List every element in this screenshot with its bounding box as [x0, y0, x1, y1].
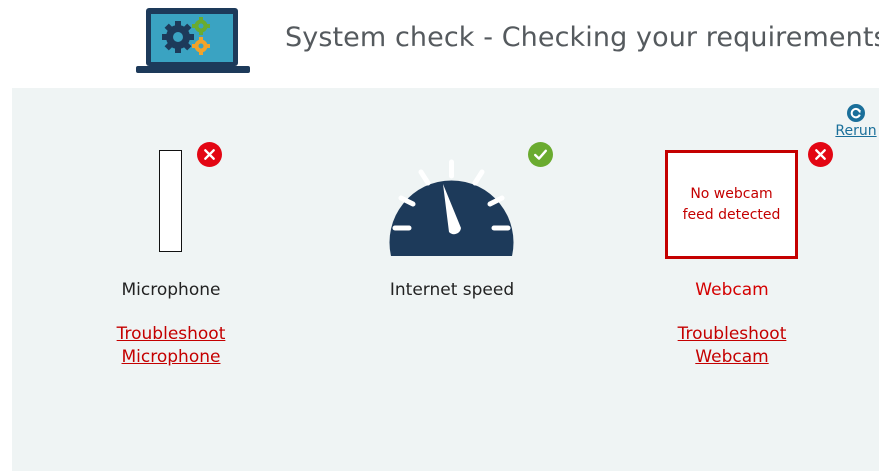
x-circle-icon [808, 142, 833, 167]
rerun-button[interactable]: Rerun [833, 104, 879, 139]
troubleshoot-microphone-line1[interactable]: Troubleshoot [117, 324, 226, 344]
microphone-level-meter [159, 150, 182, 252]
laptop-gears-icon [136, 8, 250, 73]
system-check-page: System check - Checking your requirement… [0, 0, 879, 471]
troubleshoot-webcam-line1[interactable]: Troubleshoot [678, 324, 787, 344]
x-circle-icon [197, 142, 222, 167]
rerun-link[interactable]: Rerun [833, 123, 879, 139]
header: System check - Checking your requirement… [0, 0, 879, 86]
microphone-label: Microphone [121, 280, 221, 300]
internet-speed-label: Internet speed [389, 280, 515, 300]
webcam-feed-message: No webcam feed detected [682, 185, 781, 223]
speedometer-icon [389, 159, 514, 256]
troubleshoot-webcam-line2[interactable]: Webcam [695, 347, 768, 367]
troubleshoot-webcam-link[interactable]: Troubleshoot Webcam [661, 323, 803, 369]
webcam-label: Webcam [695, 280, 769, 300]
refresh-icon[interactable] [847, 104, 865, 122]
troubleshoot-microphone-line2[interactable]: Microphone [122, 347, 221, 367]
page-title: System check - Checking your requirement… [285, 22, 879, 53]
webcam-preview: No webcam feed detected [665, 150, 798, 259]
check-circle-icon [528, 142, 553, 167]
troubleshoot-microphone-link[interactable]: Troubleshoot Microphone [100, 323, 242, 369]
